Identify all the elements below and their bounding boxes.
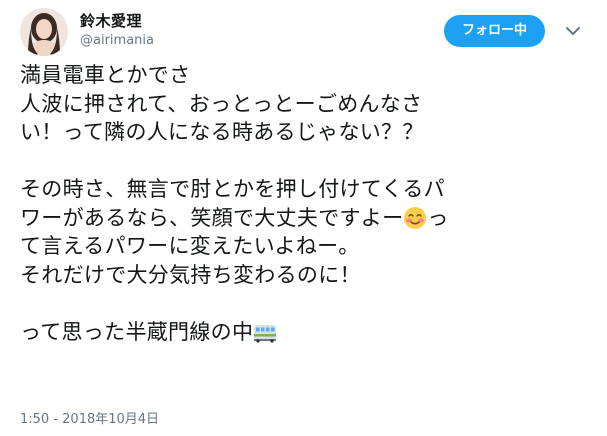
chevron-down-icon[interactable]	[566, 26, 580, 36]
tweet-line-with-emoji: ワーがあるなら、笑顔で大丈夫ですよー っ	[20, 204, 580, 233]
tweet-line-text: って思った半蔵門線の中	[20, 319, 254, 344]
tweet-line-suffix: っ	[427, 205, 449, 230]
tweet-line: その時さ、無言で肘とかを押し付けてくるパ	[20, 177, 445, 201]
tweet-line-with-emoji: って思った半蔵門線の中	[20, 318, 580, 347]
avatar[interactable]	[20, 8, 68, 56]
display-name[interactable]: 鈴木愛理	[80, 10, 142, 31]
tweet-line-text: ワーがあるなら、笑顔で大丈夫ですよー	[20, 205, 404, 230]
tweet-line: 人波に押されて、おっとっとーごめんなさ	[20, 91, 423, 116]
following-button[interactable]: フォロー中	[444, 15, 545, 47]
tweet-line: 満員電車とかでさ	[20, 63, 191, 87]
user-handle[interactable]: @airimania	[80, 33, 154, 48]
tweet-card: 鈴木愛理 @airimania フォロー中 満員電車とかでさ 人波に押されて、お…	[0, 0, 607, 436]
tweet-timestamp[interactable]: 1:50 - 2018年10月4日	[20, 408, 159, 427]
train-emoji	[254, 324, 277, 343]
tweet-line: て言えるパワーに変えたいよねー。	[20, 234, 360, 258]
avatar-photo-icon	[20, 8, 68, 56]
tweet-text: 満員電車とかでさ 人波に押されて、おっとっとーごめんなさ い！って隣の人になる時…	[20, 61, 580, 346]
tweet-line: い！って隣の人になる時あるじゃない？？	[20, 120, 424, 144]
tweet-line: それだけで大分気持ち変わるのに！	[20, 262, 361, 287]
smiling-face-with-blush-emoji	[404, 206, 427, 229]
